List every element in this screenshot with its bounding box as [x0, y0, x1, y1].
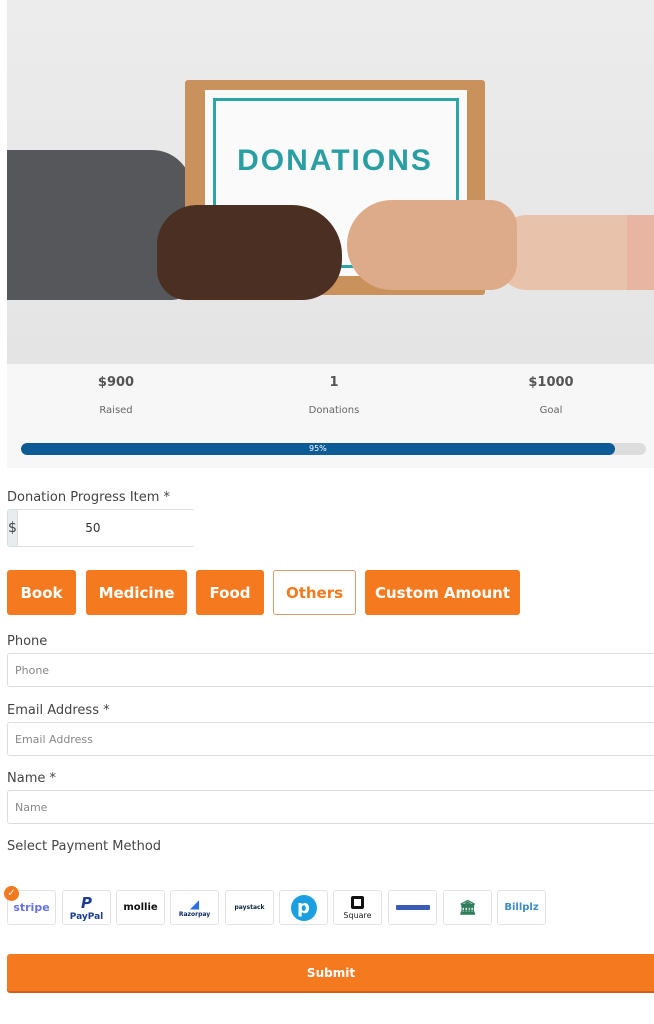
phone-input[interactable]: [7, 653, 654, 687]
name-label: Name *: [7, 771, 56, 786]
amount-input[interactable]: [17, 510, 198, 546]
payment-mollie[interactable]: mollie: [116, 890, 165, 925]
amount-field: $: [7, 509, 198, 547]
item-food-button[interactable]: Food: [196, 570, 264, 615]
phone-label: Phone: [7, 634, 48, 649]
goal-value: $1000: [528, 375, 574, 390]
payment-paymongo[interactable]: [388, 890, 437, 925]
item-custom-amount-button[interactable]: Custom Amount: [365, 570, 520, 615]
raised-label: Raised: [99, 405, 133, 416]
item-others-button[interactable]: Others: [273, 570, 356, 615]
paymongo-icon: [395, 905, 430, 910]
donations-label: Donations: [308, 405, 360, 416]
email-input[interactable]: [7, 722, 654, 756]
hand-right: [347, 200, 517, 290]
progress-bar: 95%: [21, 443, 646, 455]
progress-fill: 95%: [21, 443, 615, 455]
square-icon: [351, 895, 364, 909]
paypal-text: PayPal: [69, 911, 104, 922]
razorpay-icon: ◢: [189, 897, 200, 911]
sleeve-right: [627, 215, 654, 290]
hand-left: [157, 205, 342, 300]
razorpay-text: Razorpay: [178, 911, 211, 918]
currency-prefix: $: [8, 510, 18, 546]
payment-billplz[interactable]: Billplz: [497, 890, 546, 925]
donations-value: 1: [329, 375, 339, 390]
payrexx-icon: p: [290, 894, 317, 921]
item-medicine-button[interactable]: Medicine: [86, 570, 187, 615]
payment-paypal[interactable]: P PayPal: [62, 890, 111, 925]
payment-razorpay[interactable]: ◢ Razorpay: [170, 890, 219, 925]
bank-icon: 🏛: [458, 899, 477, 916]
hero-image: DONATIONS: [7, 0, 654, 364]
selected-check-icon: ✓: [4, 886, 19, 901]
paypal-icon: P: [81, 893, 92, 912]
payment-method-label: Select Payment Method: [7, 839, 162, 854]
donation-item-label: Donation Progress Item *: [7, 490, 171, 505]
payment-payrexx[interactable]: p: [279, 890, 328, 925]
payment-square[interactable]: Square: [333, 890, 382, 925]
email-label: Email Address *: [7, 703, 110, 718]
submit-button[interactable]: Submit: [7, 954, 654, 991]
square-text: Square: [343, 910, 372, 920]
item-book-button[interactable]: Book: [7, 570, 76, 615]
donation-stats: $900 Raised 1 Donations $1000 Goal 95%: [7, 364, 654, 468]
payment-offline[interactable]: 🏛: [443, 890, 492, 925]
goal-label: Goal: [539, 405, 563, 416]
box-label: DONATIONS: [237, 144, 433, 177]
name-input[interactable]: [7, 790, 654, 824]
payment-paystack[interactable]: paystack: [225, 890, 274, 925]
raised-value: $900: [97, 375, 135, 390]
